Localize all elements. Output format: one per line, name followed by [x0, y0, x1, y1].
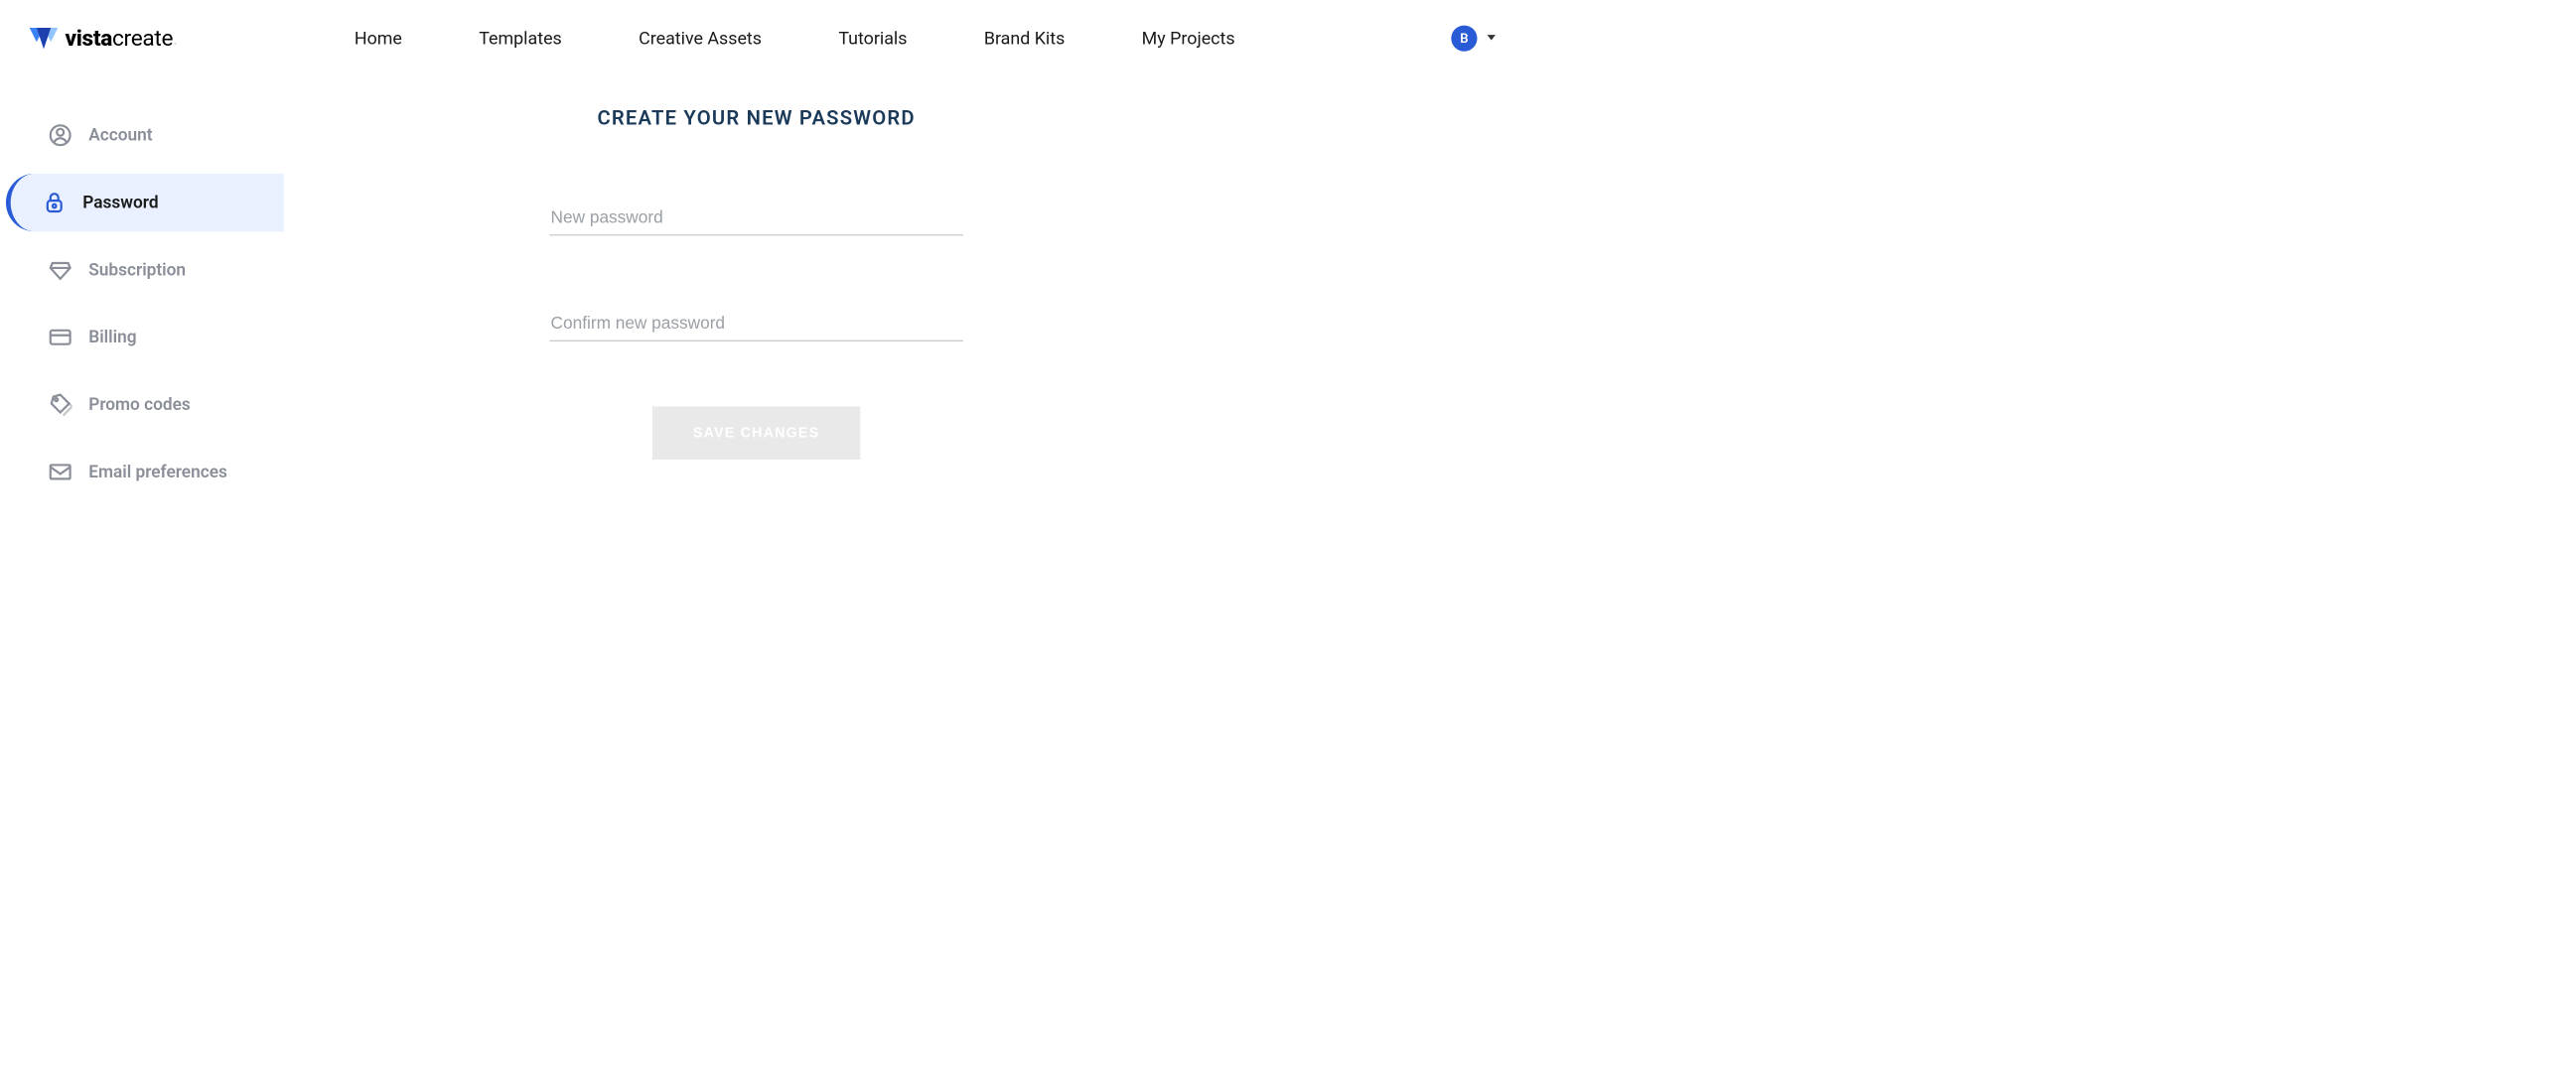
nav-tutorials[interactable]: Tutorials — [838, 28, 907, 49]
nav-home[interactable]: Home — [355, 28, 402, 49]
tag-icon — [46, 390, 74, 419]
sidebar-item-billing[interactable]: Billing — [11, 309, 284, 366]
lock-icon — [40, 189, 69, 217]
sidebar-item-label: Billing — [88, 328, 136, 347]
chevron-down-icon — [1486, 32, 1498, 46]
new-password-input[interactable] — [549, 201, 963, 235]
logo-mark-icon — [30, 24, 59, 53]
nav-brand-kits[interactable]: Brand Kits — [984, 28, 1065, 49]
nav-templates[interactable]: Templates — [479, 28, 562, 49]
logo[interactable]: vistacreate ™ — [30, 24, 178, 53]
nav-creative-assets[interactable]: Creative Assets — [639, 28, 762, 49]
logo-text: vistacreate — [65, 26, 173, 52]
confirm-password-field-wrapper — [549, 307, 963, 341]
sidebar-item-label: Password — [82, 193, 158, 212]
nav-my-projects[interactable]: My Projects — [1142, 28, 1235, 49]
mail-icon — [46, 458, 74, 486]
main-nav: Home Templates Creative Assets Tutorials… — [355, 28, 1451, 49]
content: Account Password Subscription — [0, 100, 1532, 500]
new-password-field-wrapper — [549, 201, 963, 235]
avatar: B — [1451, 26, 1477, 52]
sidebar-item-password[interactable]: Password — [6, 174, 284, 231]
page-title: CREATE YOUR NEW PASSWORD — [597, 106, 915, 130]
user-menu[interactable]: B — [1451, 26, 1497, 52]
sidebar-item-label: Email preferences — [88, 462, 227, 481]
sidebar-item-promo-codes[interactable]: Promo codes — [11, 375, 284, 433]
sidebar-item-email-preferences[interactable]: Email preferences — [11, 443, 284, 500]
sidebar: Account Password Subscription — [0, 100, 284, 500]
trademark: ™ — [174, 43, 177, 48]
header: vistacreate ™ Home Templates Creative As… — [0, 0, 1532, 76]
password-form: SAVE CHANGES — [549, 201, 963, 460]
user-icon — [46, 121, 74, 150]
sidebar-item-account[interactable]: Account — [11, 106, 284, 164]
confirm-password-input[interactable] — [549, 307, 963, 341]
sidebar-item-subscription[interactable]: Subscription — [11, 241, 284, 299]
sidebar-item-label: Account — [88, 125, 152, 145]
card-icon — [46, 323, 74, 351]
diamond-icon — [46, 256, 74, 285]
main: CREATE YOUR NEW PASSWORD SAVE CHANGES — [284, 100, 1229, 500]
sidebar-item-label: Subscription — [88, 260, 186, 280]
sidebar-item-label: Promo codes — [88, 394, 190, 414]
save-changes-button[interactable]: SAVE CHANGES — [652, 406, 860, 460]
